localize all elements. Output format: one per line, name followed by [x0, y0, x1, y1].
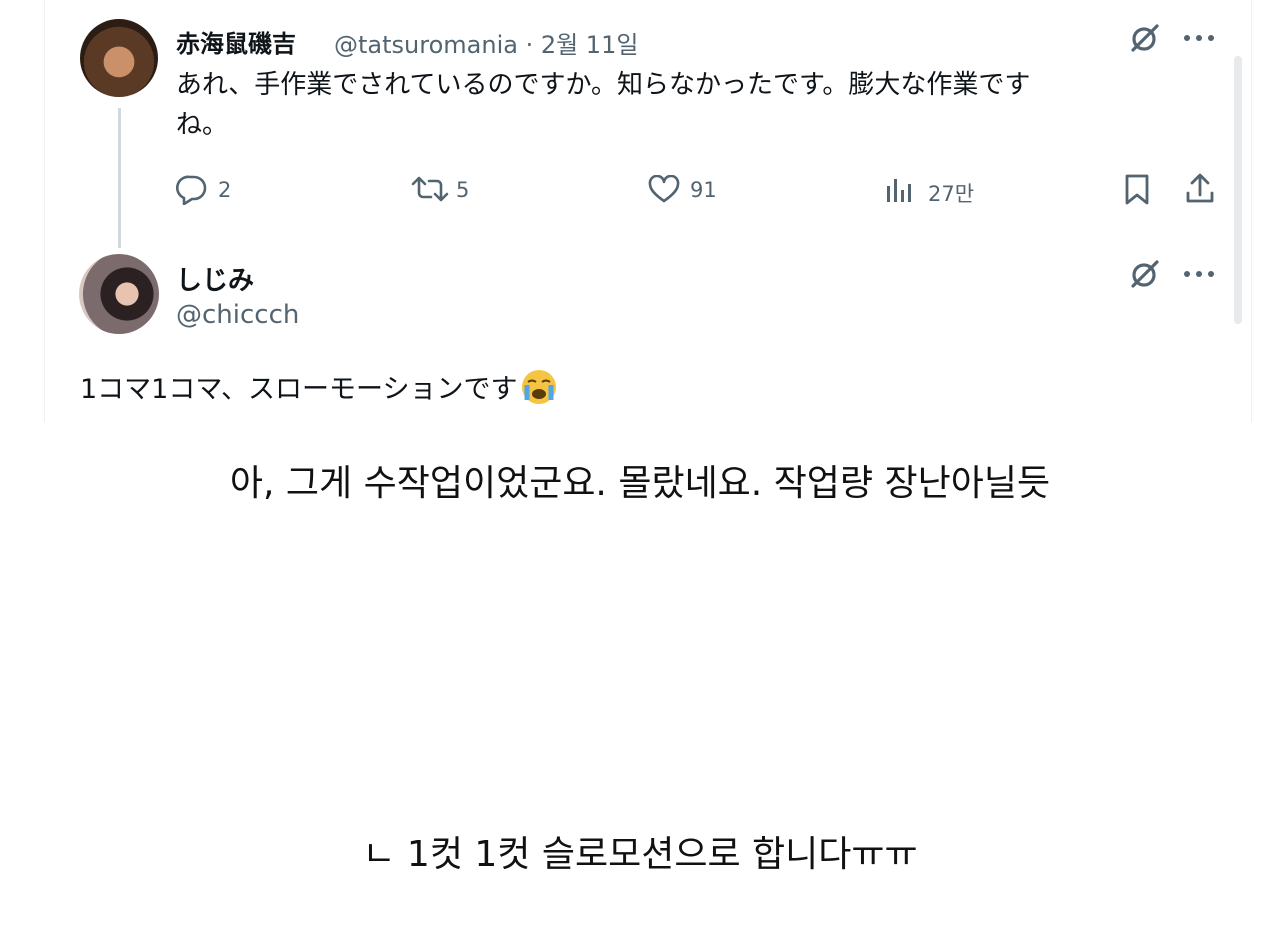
- handle[interactable]: @chiccch: [176, 300, 299, 330]
- views-count[interactable]: 27만: [928, 178, 974, 208]
- more-icon[interactable]: [1183, 34, 1215, 42]
- scrollbar[interactable]: [1234, 56, 1242, 324]
- grok-icon[interactable]: [1127, 22, 1161, 56]
- tweet-text-line-1: あれ、手作業でされているのですか。知らなかったです。膨大な作業です: [176, 70, 1031, 100]
- tweet-text: 1コマ1コマ、スローモーションです: [80, 368, 559, 409]
- tweet-text-content: 1コマ1コマ、スローモーションです: [80, 374, 518, 405]
- retweet-icon[interactable]: [410, 175, 450, 203]
- retweet-count[interactable]: 5: [456, 178, 469, 202]
- caption-translation-1: 아, 그게 수작업이었군요. 몰랐네요. 작업량 장난아닐듯: [229, 463, 1051, 504]
- crying-face-emoji: [519, 368, 559, 406]
- display-name[interactable]: 赤海鼠磯吉: [176, 24, 296, 59]
- caption-translation-2: ㄴ 1컷 1컷 슬로모션으로 합니다ㅠㅠ: [362, 834, 918, 875]
- like-count[interactable]: 91: [690, 178, 717, 202]
- avatar[interactable]: [80, 19, 158, 97]
- like-icon[interactable]: [648, 175, 680, 203]
- more-icon[interactable]: [1183, 270, 1215, 278]
- bookmark-icon[interactable]: [1124, 174, 1150, 206]
- display-name[interactable]: しじみ: [176, 260, 254, 297]
- reply-icon[interactable]: [176, 173, 208, 205]
- tweet-card: [44, 0, 1252, 422]
- tweet-text-line-2: ね。: [176, 110, 229, 140]
- views-icon[interactable]: [885, 176, 913, 204]
- handle-and-date[interactable]: @tatsuromania · 2월 11일: [334, 25, 638, 60]
- reply-count[interactable]: 2: [218, 178, 231, 202]
- thread-line: [118, 108, 121, 248]
- share-icon[interactable]: [1185, 173, 1215, 205]
- grok-icon[interactable]: [1127, 258, 1161, 292]
- avatar[interactable]: [79, 254, 159, 334]
